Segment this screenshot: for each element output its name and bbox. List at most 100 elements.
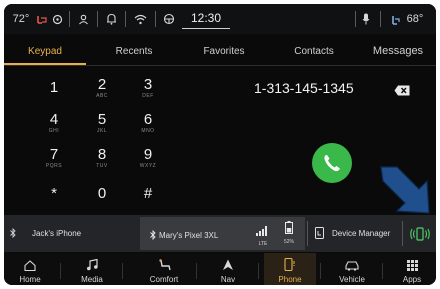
tab-keypad[interactable]: Keypad [4, 37, 86, 65]
divider [125, 11, 126, 27]
network-type: LTE [258, 241, 268, 247]
key-letters: PQRS [45, 162, 63, 169]
seat-icon [158, 259, 171, 271]
device-manager-button[interactable]: Device Manager [315, 215, 401, 252]
key-digit: 2 [97, 75, 107, 93]
key-digit: 6 [143, 110, 153, 128]
signal-strength: LTE [256, 223, 270, 247]
key-digit: * [51, 184, 57, 202]
outside-temperature: 72° [12, 13, 30, 25]
key-5[interactable]: 5 JKL [82, 108, 122, 138]
tab-contacts[interactable]: Contacts [274, 37, 354, 65]
nav-label: Apps [402, 275, 422, 284]
key-7[interactable]: 7 PQRS [34, 143, 74, 173]
key-4[interactable]: 4 GHI [34, 108, 74, 138]
bluetooth-icon [150, 229, 156, 242]
notification-bell-icon[interactable] [103, 4, 119, 34]
device-name: Mary's Pixel 3XL [159, 231, 219, 240]
signal-bars-icon [256, 226, 267, 236]
key-digit: 1 [49, 79, 59, 96]
bluetooth-icon [10, 227, 16, 240]
user-profile-icon[interactable] [75, 4, 91, 34]
key-3[interactable]: 3 DEF [128, 73, 168, 103]
nav-navigation[interactable]: Nav [202, 253, 254, 285]
phone-icon [284, 258, 295, 271]
divider [196, 263, 197, 279]
inside-temperature: 68° [406, 13, 424, 25]
climate-icon[interactable] [34, 4, 50, 34]
key-star[interactable]: * [34, 178, 74, 208]
divider [355, 11, 356, 27]
clock: 12:30 [182, 8, 230, 29]
phone-projection-button[interactable] [408, 215, 432, 252]
divider [122, 263, 123, 279]
device-mary: Mary's Pixel 3XL [150, 217, 250, 254]
grid-icon [406, 260, 418, 271]
nav-label: Vehicle [339, 275, 365, 284]
steering-wheel-icon[interactable] [161, 4, 177, 34]
divider [402, 221, 403, 246]
key-6[interactable]: 6 MNO [128, 108, 168, 138]
key-9[interactable]: 9 WXYZ [128, 143, 168, 173]
battery-percent: 52% [283, 239, 294, 245]
divider [60, 263, 61, 279]
backspace-icon[interactable] [394, 83, 410, 96]
divider [307, 221, 308, 246]
tab-recents[interactable]: Recents [94, 37, 174, 65]
divider [258, 263, 259, 279]
nav-phone[interactable]: Phone [264, 253, 316, 285]
battery-status: 52% [280, 221, 298, 247]
divider [380, 11, 381, 27]
microphone-icon[interactable] [358, 4, 374, 34]
dialed-number: 1-313-145-1345 [254, 80, 354, 96]
key-digit: 7 [49, 145, 59, 163]
key-letters: DEF [142, 92, 154, 99]
key-digit: 3 [143, 75, 153, 93]
key-letters: ABC [96, 92, 108, 99]
nav-vehicle[interactable]: Vehicle [326, 253, 378, 285]
music-note-icon [87, 259, 98, 271]
pointer-arrow-icon [375, 163, 436, 223]
nav-home[interactable]: Home [4, 253, 56, 285]
device-jack[interactable]: Jack's iPhone [10, 215, 130, 252]
key-hash[interactable]: # [128, 178, 168, 208]
key-digit: 0 [97, 184, 107, 202]
nav-label: Comfort [149, 275, 179, 284]
nav-label: Nav [220, 275, 236, 284]
wifi-icon[interactable] [131, 4, 149, 34]
key-digit: 8 [97, 145, 107, 163]
battery-icon [285, 221, 293, 234]
nav-comfort[interactable]: Comfort [138, 253, 190, 285]
divider [320, 263, 321, 279]
interior-climate-icon[interactable] [388, 4, 402, 34]
divider [69, 11, 70, 27]
nav-label: Phone [278, 275, 302, 284]
key-2[interactable]: 2 ABC [82, 73, 122, 103]
divider [97, 11, 98, 27]
infotainment-screen: 72° 12:30 68° Keypad Recents Favorites C… [4, 4, 436, 285]
tab-messages[interactable]: Messages [360, 37, 436, 65]
device-name: Jack's iPhone [32, 229, 82, 238]
key-letters: TUV [96, 162, 108, 169]
status-bar: 72° 12:30 68° [4, 4, 436, 34]
tab-favorites[interactable]: Favorites [184, 37, 264, 65]
key-digit: 9 [143, 145, 153, 163]
phone-tabs: Keypad Recents Favorites Contacts Messag… [4, 37, 436, 65]
key-0[interactable]: 0 [82, 178, 122, 208]
nav-apps[interactable]: Apps [386, 253, 436, 285]
key-1[interactable]: 1 [34, 73, 74, 103]
nav-media[interactable]: Media [66, 253, 118, 285]
key-8[interactable]: 8 TUV [82, 143, 122, 173]
key-letters: GHI [48, 127, 60, 134]
heated-wheel-icon[interactable] [50, 4, 64, 34]
key-digit: 4 [49, 110, 59, 128]
nav-label: Media [81, 275, 103, 284]
key-letters: MNO [141, 127, 155, 134]
device-bar: Jack's iPhone Mary's Pixel 3XL LTE 52% D… [4, 215, 436, 252]
divider [4, 65, 436, 66]
device-mary-active[interactable]: Mary's Pixel 3XL LTE 52% [140, 217, 305, 250]
device-manager-label: Device Manager [332, 229, 391, 238]
call-button[interactable] [312, 143, 352, 183]
home-icon [24, 260, 36, 271]
divider [155, 11, 156, 27]
